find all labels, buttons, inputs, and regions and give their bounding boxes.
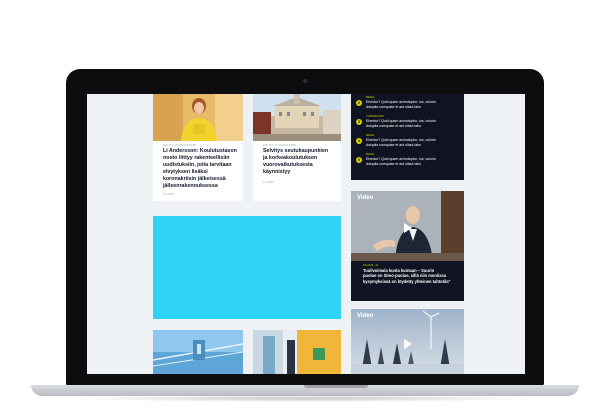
article-headline[interactable]: Selvitys seutukaupunkien ja korkeakoulut… (263, 148, 328, 176)
list-item[interactable]: MEDIA 2 Ehentur? Quid quam acimoluptur, … (356, 96, 461, 112)
list-item[interactable]: YHTEISKUNTA 3 Ehentur? Quid quam acimolu… (356, 115, 461, 131)
camera-icon (303, 79, 307, 83)
video-card[interactable]: Video TALOUS · AL Tuulivoimala kunta kun… (351, 191, 464, 301)
article-image (153, 94, 243, 141)
most-read-list: MEDIA 2 Ehentur? Quid quam acimoluptur, … (351, 94, 464, 180)
laptop-notch (304, 385, 368, 388)
list-item-number: 2 (356, 100, 362, 106)
article-card[interactable] (253, 330, 341, 374)
list-item-title[interactable]: Ehentur? Quid quam acimoluptur, ius, vol… (366, 138, 436, 148)
list-item-title[interactable]: Ehentur? Quid quam acimoluptur, ius, vol… (366, 157, 436, 167)
play-icon[interactable] (404, 339, 412, 349)
ad-banner[interactable] (153, 216, 341, 319)
video-label: Video (357, 313, 374, 319)
article-headline[interactable]: Li Andersson: Koulutustason nosto liitty… (163, 148, 237, 189)
play-icon[interactable] (404, 223, 412, 233)
website-screen: ERITYIS- JA OPETUSTOIMI Li Andersson: Ko… (87, 94, 525, 374)
article-image (253, 330, 341, 374)
list-item[interactable]: MEDIA 4 Ehentur? Quid quam acimoluptur, … (356, 134, 461, 150)
video-category: TALOUS · AL (363, 264, 379, 267)
list-item-number: 4 (356, 138, 362, 144)
article-image (253, 94, 341, 141)
video-label: Video (357, 195, 374, 201)
article-meta: ERITYIS- JA OPETUSTOIMI (263, 144, 296, 147)
article-image (153, 330, 243, 374)
article-card[interactable]: ERITYIS- JA OPETUSTOIMI Li Andersson: Ko… (153, 94, 243, 201)
article-date: 12.4.2020 (163, 193, 174, 196)
article-card[interactable]: ERITYIS- JA OPETUSTOIMI Selvitys seutuka… (253, 94, 341, 201)
list-item[interactable]: MEDIA 5 Ehentur? Quid quam acimoluptur, … (356, 153, 461, 169)
article-meta: ERITYIS- JA OPETUSTOIMI (163, 144, 196, 147)
list-item-number: 5 (356, 157, 362, 163)
list-item-number: 3 (356, 119, 362, 125)
laptop-shadow (70, 395, 540, 402)
video-card[interactable]: Video (351, 309, 464, 374)
article-card[interactable] (153, 330, 243, 374)
list-item-title[interactable]: Ehentur? Quid quam acimoluptur, ius, vol… (366, 100, 436, 110)
article-date: 12.4.2020 (263, 181, 274, 184)
laptop-lid: ERITYIS- JA OPETUSTOIMI Li Andersson: Ko… (66, 69, 544, 387)
video-title[interactable]: Tuulivoimala kunta kuntaan – Suurin puol… (363, 268, 450, 284)
list-item-title[interactable]: Ehentur? Quid quam acimoluptur, ius, vol… (366, 119, 436, 129)
